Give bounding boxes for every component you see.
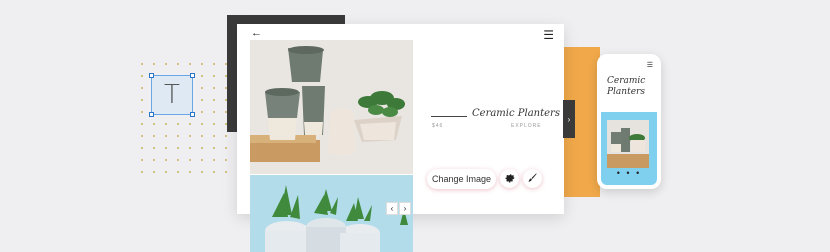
planters-photo	[250, 40, 413, 174]
explore-link[interactable]: EXPLORE	[511, 123, 542, 129]
title-rule	[431, 116, 467, 117]
mobile-preview: ☰ Ceramic Planters • • •	[597, 54, 661, 189]
mobile-product-title: Ceramic Planters	[607, 76, 646, 97]
text-element-selection[interactable]: T	[149, 73, 195, 117]
more-dots-icon[interactable]: • • •	[601, 168, 657, 178]
hamburger-menu-icon[interactable]: ☰	[647, 61, 653, 69]
product-price: $46	[432, 123, 444, 129]
hamburger-menu-icon[interactable]: ☰	[543, 28, 554, 42]
prev-image-button[interactable]: ‹	[386, 202, 398, 215]
text-tool-icon: T	[164, 80, 180, 110]
change-image-button[interactable]: Change Image	[427, 169, 496, 189]
mobile-planters-photo	[607, 120, 649, 168]
back-arrow-icon[interactable]: ←	[251, 27, 262, 39]
product-title: Ceramic Planters	[472, 108, 560, 119]
gear-icon	[504, 171, 516, 186]
panel-toggle-button[interactable]: ›	[563, 100, 575, 138]
next-image-button[interactable]: ›	[399, 202, 411, 215]
edit-button[interactable]	[523, 169, 542, 188]
settings-button[interactable]	[500, 169, 519, 188]
brush-icon	[527, 172, 538, 186]
